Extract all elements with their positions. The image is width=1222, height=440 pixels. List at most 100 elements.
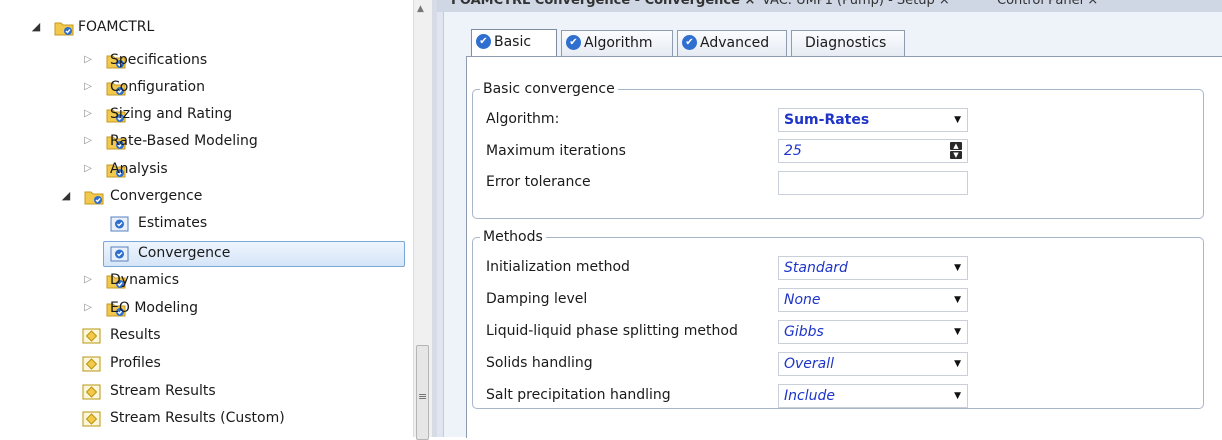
tree-item-foamctrl[interactable]: ◢ FOAMCTRL xyxy=(30,16,410,40)
dropdown-arrow-icon[interactable]: ▼ xyxy=(954,353,961,375)
expand-arrow-icon[interactable]: ▷ xyxy=(82,49,94,71)
close-icon[interactable]: × xyxy=(1087,0,1098,8)
methods-group: Methods Initialization method Standard ▼… xyxy=(472,229,1204,409)
tree-item-label: FOAMCTRL xyxy=(78,19,155,35)
spinner-icon[interactable]: ▲ ▼ xyxy=(950,142,962,159)
initialization-method-label: Initialization method xyxy=(486,259,630,275)
form-check-icon xyxy=(110,246,129,262)
liquid-liquid-phase-splitting-select[interactable]: Gibbs ▼ xyxy=(778,320,968,344)
group-title: Methods xyxy=(483,229,543,245)
dropdown-arrow-icon[interactable]: ▼ xyxy=(954,321,961,343)
tree-item-label: Dynamics xyxy=(110,272,180,288)
collapse-arrow-icon[interactable]: ◢ xyxy=(60,185,72,207)
tree-item-label: Rate-Based Modeling xyxy=(110,133,258,149)
max-iterations-input[interactable]: 25 ▲ ▼ xyxy=(778,139,968,163)
tab-label: Basic xyxy=(494,34,532,50)
tab-label: Advanced xyxy=(700,35,770,51)
salt-precipitation-select[interactable]: Include ▼ xyxy=(778,384,968,408)
max-iterations-label: Maximum iterations xyxy=(486,143,626,159)
tree-item-convergence-folder[interactable]: ◢ Convergence xyxy=(62,185,402,209)
expand-arrow-icon[interactable]: ▷ xyxy=(82,297,94,319)
grip-icon: ≡ xyxy=(418,390,428,403)
tree-item-label: Stream Results xyxy=(110,383,216,399)
document-tab-pump-setup[interactable]: VAC. UMP1 (Pump) - Setup × xyxy=(762,0,950,11)
tab-advanced[interactable]: ✔ Advanced xyxy=(677,30,787,56)
algorithm-label: Algorithm: xyxy=(486,111,560,127)
tree-item-specifications[interactable]: ▷ Specifications xyxy=(82,49,402,73)
max-iterations-value: 25 xyxy=(784,143,802,159)
scroll-up-arrow-icon[interactable]: ▲ xyxy=(417,4,424,14)
check-circle-icon: ✔ xyxy=(566,34,581,50)
tree-item-label: Sizing and Rating xyxy=(110,106,233,122)
form-check-icon xyxy=(110,216,129,232)
check-circle-icon: ✔ xyxy=(682,34,697,50)
form-pane: FOAMCTRL Convergence - Convergence × VAC… xyxy=(437,0,1222,438)
tree-item-configuration[interactable]: ▷ Configuration xyxy=(82,76,402,100)
tab-label: Algorithm xyxy=(584,35,653,51)
basic-convergence-group: Basic convergence Algorithm: Sum-Rates ▼… xyxy=(472,81,1204,219)
tree-item-label: Configuration xyxy=(110,79,205,95)
tree-item-label: Analysis xyxy=(110,161,168,177)
error-tolerance-label: Error tolerance xyxy=(486,174,591,190)
error-tolerance-input[interactable] xyxy=(778,171,968,195)
expand-arrow-icon[interactable]: ▷ xyxy=(82,103,94,125)
expand-arrow-icon[interactable]: ▷ xyxy=(82,76,94,98)
dropdown-arrow-icon[interactable]: ▼ xyxy=(954,289,961,311)
dropdown-arrow-icon[interactable]: ▼ xyxy=(954,385,961,407)
collapse-arrow-icon[interactable]: ◢ xyxy=(30,16,42,38)
tree-item-analysis[interactable]: ▷ Analysis xyxy=(82,158,402,182)
tree-item-label: Convergence xyxy=(138,245,231,261)
folder-icon xyxy=(54,22,74,36)
tree-item-label: EO Modeling xyxy=(110,300,198,316)
folder-open-icon xyxy=(84,191,104,205)
tree-scrollbar[interactable]: ▲ ≡ xyxy=(413,0,433,440)
tree-item-stream-results[interactable]: Stream Results xyxy=(82,380,402,404)
tree-item-estimates[interactable]: Estimates xyxy=(110,212,400,236)
initialization-method-select[interactable]: Standard ▼ xyxy=(778,256,968,280)
close-icon[interactable]: × xyxy=(744,0,755,8)
tree-item-label: Profiles xyxy=(110,355,161,371)
close-icon[interactable]: × xyxy=(939,0,950,8)
tab-algorithm[interactable]: ✔ Algorithm xyxy=(561,30,673,56)
expand-arrow-icon[interactable]: ▷ xyxy=(82,158,94,180)
results-icon xyxy=(82,411,101,427)
algorithm-select[interactable]: Sum-Rates ▼ xyxy=(778,108,968,132)
document-tab-label: Control Panel xyxy=(997,0,1084,8)
check-circle-icon: ✔ xyxy=(476,33,491,49)
tree-item-label: Convergence xyxy=(110,188,203,204)
document-tab-convergence[interactable]: FOAMCTRL Convergence - Convergence × xyxy=(451,0,755,11)
tree-item-stream-results-custom[interactable]: Stream Results (Custom) xyxy=(82,407,402,431)
tree-item-sizing-and-rating[interactable]: ▷ Sizing and Rating xyxy=(82,103,402,127)
tree-item-convergence-selected[interactable]: Convergence xyxy=(110,242,400,266)
liquid-liquid-phase-splitting-label: Liquid-liquid phase splitting method xyxy=(486,323,738,339)
tree-item-rate-based-modeling[interactable]: ▷ Rate-Based Modeling xyxy=(82,130,402,154)
tree-item-label: Results xyxy=(110,327,161,343)
tree-item-label: Estimates xyxy=(138,215,208,231)
tree-item-label: Specifications xyxy=(110,52,208,68)
algorithm-value: Sum-Rates xyxy=(784,112,870,128)
solids-handling-select[interactable]: Overall ▼ xyxy=(778,352,968,376)
dropdown-arrow-icon[interactable]: ▼ xyxy=(954,257,961,279)
tab-label: Diagnostics xyxy=(805,35,887,51)
tab-basic[interactable]: ✔ Basic xyxy=(471,29,557,57)
document-tab-strip: FOAMCTRL Convergence - Convergence × VAC… xyxy=(437,0,1222,12)
damping-level-select[interactable]: None ▼ xyxy=(778,288,968,312)
tree-item-dynamics[interactable]: ▷ Dynamics xyxy=(82,269,402,293)
tree-item-eo-modeling[interactable]: ▷ EO Modeling xyxy=(82,297,402,321)
results-icon xyxy=(82,328,101,344)
expand-arrow-icon[interactable]: ▷ xyxy=(82,269,94,291)
tree-item-results[interactable]: Results xyxy=(82,324,402,348)
group-title: Basic convergence xyxy=(483,81,615,97)
initialization-method-value: Standard xyxy=(784,260,848,276)
tab-diagnostics[interactable]: Diagnostics xyxy=(791,30,905,56)
results-icon xyxy=(82,384,101,400)
form-body: ✔ Basic ✔ Algorithm ✔ Advanced Diagnostics … xyxy=(443,12,1222,438)
dropdown-arrow-icon[interactable]: ▼ xyxy=(954,109,961,131)
document-tab-control-panel[interactable]: Control Panel × xyxy=(997,0,1098,11)
scrollbar-thumb[interactable]: ≡ xyxy=(416,345,429,440)
document-tab-label: VAC. UMP1 (Pump) - Setup xyxy=(762,0,935,8)
results-icon xyxy=(82,356,101,372)
expand-arrow-icon[interactable]: ▷ xyxy=(82,130,94,152)
damping-level-value: None xyxy=(784,292,821,308)
tree-item-profiles[interactable]: Profiles xyxy=(82,352,402,376)
